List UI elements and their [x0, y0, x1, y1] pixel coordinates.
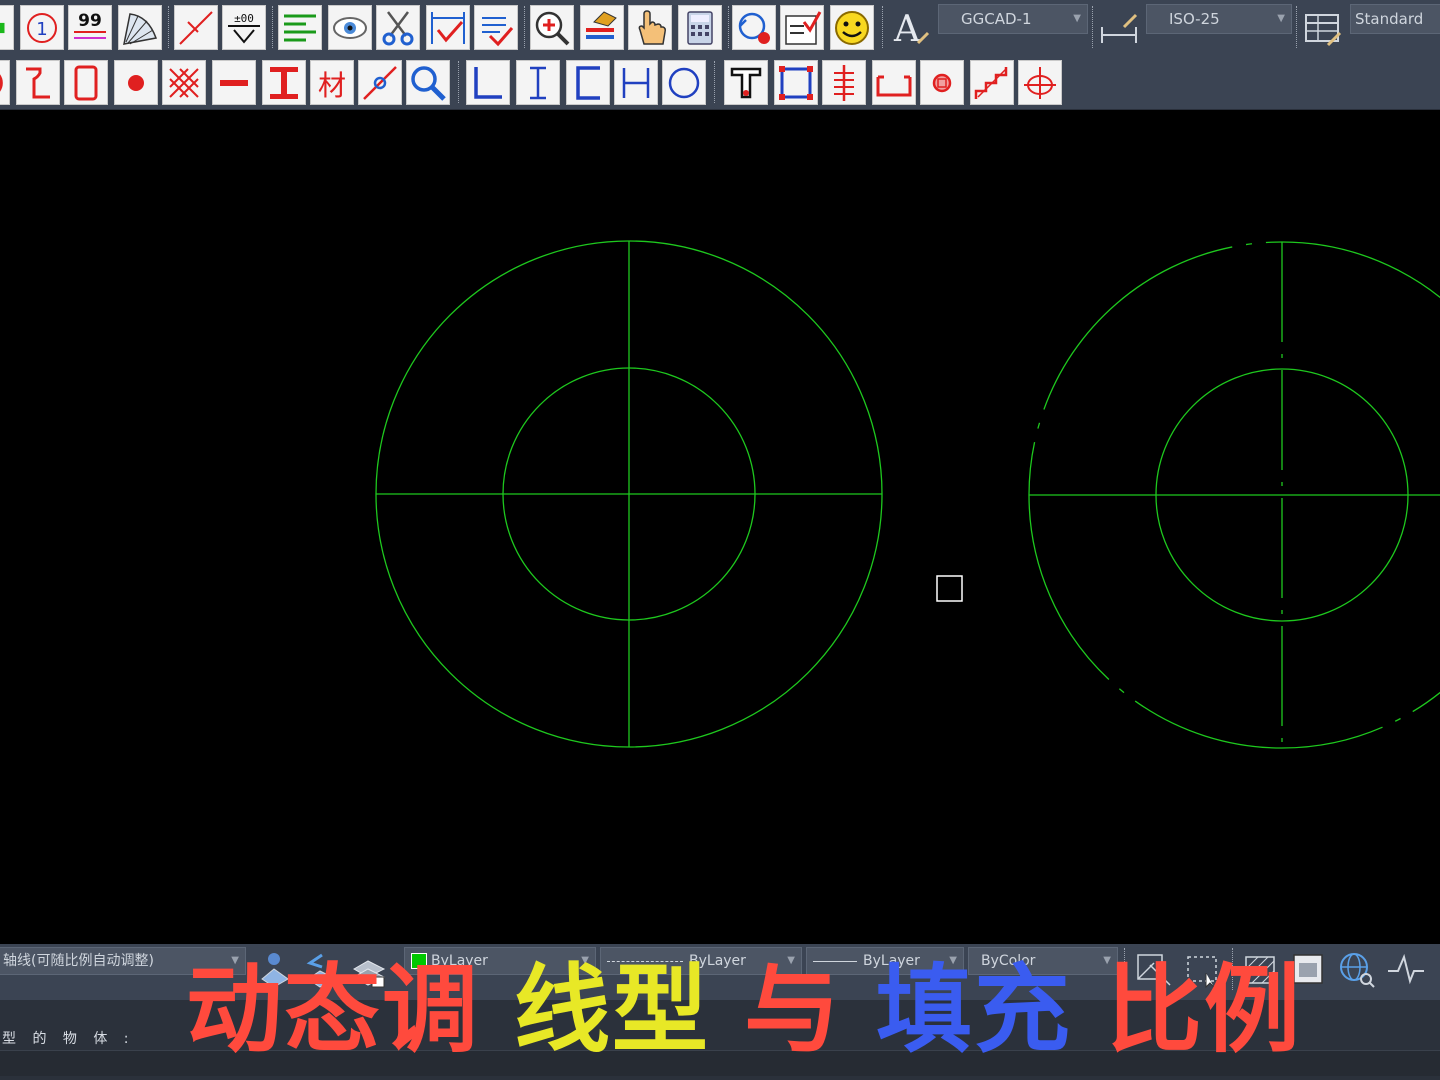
- video-caption: 动态调 线型与填充 比例: [186, 955, 1336, 1065]
- spline-wave-icon[interactable]: [1384, 947, 1428, 991]
- chevron-down-icon: ▼: [1073, 13, 1081, 24]
- hatch-pattern-icon[interactable]: [162, 60, 206, 105]
- svg-text:99: 99: [78, 11, 102, 31]
- text-style-value: GGCAD-1: [961, 10, 1032, 28]
- minus-line-icon[interactable]: [212, 60, 256, 105]
- zoom-in-icon[interactable]: [530, 5, 574, 50]
- pickbox-cursor: [936, 575, 963, 602]
- svg-text:A: A: [893, 9, 921, 49]
- toolbar-row-1: 1 99 ±00 A GGCAD-1 ▼ ISO-25 ▼ Standard: [0, 0, 1440, 55]
- i-beam-icon[interactable]: [262, 60, 306, 105]
- toolbar-row-2: 材: [0, 55, 1440, 110]
- dimension-style-select[interactable]: ISO-25 ▼: [1146, 4, 1292, 34]
- balloon-number-icon[interactable]: 1: [20, 5, 64, 50]
- text-style-icon[interactable]: A: [888, 5, 934, 50]
- centerline-mark-icon[interactable]: [822, 60, 866, 105]
- h-section-icon[interactable]: [614, 60, 658, 105]
- command-prompt-text: 型 的 物 体 :: [2, 1031, 135, 1047]
- cross-hole-icon[interactable]: [1018, 60, 1062, 105]
- table-style-select[interactable]: Standard: [1350, 4, 1440, 34]
- caption-part-1: 动态调: [186, 954, 480, 1066]
- caption-part-2: 线型: [514, 954, 710, 1066]
- weld-symbol-icon[interactable]: ±00: [222, 5, 266, 50]
- text-99-icon[interactable]: 99: [68, 5, 112, 50]
- align-lines-icon[interactable]: [278, 5, 322, 50]
- layer-name: 轴线(可随比例自动调整): [3, 953, 154, 969]
- caption-part-4: 填充: [876, 954, 1072, 1066]
- i-section-icon[interactable]: [516, 60, 560, 105]
- snap-line-icon[interactable]: [358, 60, 402, 105]
- channel-section-icon[interactable]: [566, 60, 610, 105]
- globe-web-icon[interactable]: [1334, 947, 1378, 991]
- eye-view-icon[interactable]: [328, 5, 372, 50]
- hole-mark-icon[interactable]: [920, 60, 964, 105]
- chevron-down-icon: ▼: [1277, 13, 1285, 24]
- text-style-select[interactable]: GGCAD-1 ▼: [938, 4, 1088, 34]
- dimension-edit-icon[interactable]: [474, 5, 518, 50]
- caption-part-5: 比例: [1106, 954, 1302, 1066]
- stair-line-icon[interactable]: [970, 60, 1014, 105]
- hand-pick-icon[interactable]: [628, 5, 672, 50]
- svg-text:±00: ±00: [234, 12, 254, 25]
- table-style-icon[interactable]: [1300, 5, 1346, 50]
- dimension-style-icon[interactable]: [1096, 5, 1142, 50]
- magnifier-icon[interactable]: [406, 60, 450, 105]
- insert-block-icon[interactable]: [0, 5, 14, 50]
- drawing-svg: [375, 240, 1440, 749]
- cad-application: 1 99 ±00 A GGCAD-1 ▼ ISO-25 ▼ Standard 材…: [0, 0, 1440, 1080]
- material-text-icon[interactable]: 材: [310, 60, 354, 105]
- dimension-style-value: ISO-25: [1169, 10, 1220, 28]
- break-line-icon[interactable]: [174, 5, 218, 50]
- angle-steel-icon[interactable]: [466, 60, 510, 105]
- rotate-view-icon[interactable]: [732, 5, 776, 50]
- circle-part-icon[interactable]: [0, 60, 10, 105]
- table-style-value: Standard: [1355, 10, 1424, 28]
- point-dot-icon[interactable]: [114, 60, 158, 105]
- dimension-check-icon[interactable]: [426, 5, 470, 50]
- fan-hatch-icon[interactable]: [118, 5, 162, 50]
- caption-part-3: 与: [744, 954, 842, 1066]
- calculator-icon[interactable]: [678, 5, 722, 50]
- drawing-canvas[interactable]: [0, 111, 1440, 944]
- layer-match-icon[interactable]: [580, 5, 624, 50]
- square-tube-icon[interactable]: [774, 60, 818, 105]
- svg-text:材: 材: [318, 69, 346, 102]
- slot-shape-icon[interactable]: [872, 60, 916, 105]
- smiley-icon[interactable]: [830, 5, 874, 50]
- step-line-icon[interactable]: [16, 60, 60, 105]
- checklist-icon[interactable]: [780, 5, 824, 50]
- rectangle-part-icon[interactable]: [64, 60, 108, 105]
- scissors-icon[interactable]: [376, 5, 420, 50]
- t-section-icon[interactable]: [724, 60, 768, 105]
- pipe-section-icon[interactable]: [662, 60, 706, 105]
- svg-text:1: 1: [36, 19, 47, 40]
